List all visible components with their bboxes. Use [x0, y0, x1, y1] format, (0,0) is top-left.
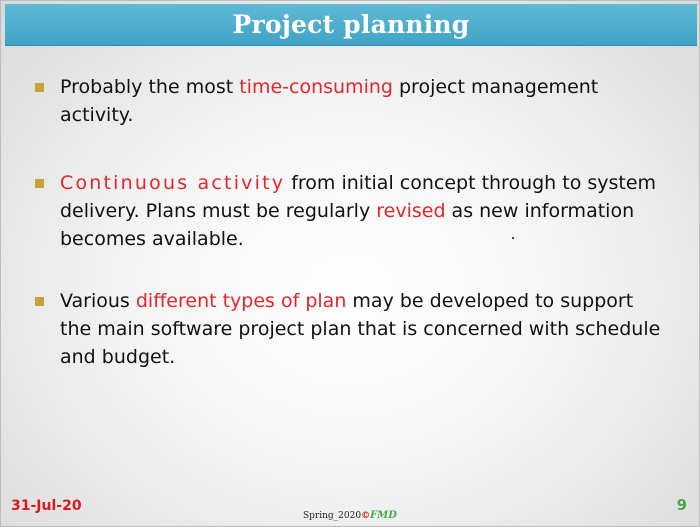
footer-credit: Spring_2020©FMD — [303, 510, 397, 521]
bullet-marker-icon — [35, 297, 44, 306]
copyright-icon: © — [361, 511, 371, 521]
stray-dot — [512, 237, 514, 239]
bullet-2-highlight-b: revised — [376, 200, 446, 222]
bullet-1-highlight: time-consuming — [239, 76, 393, 98]
footer-date: 31-Jul-20 — [11, 498, 82, 514]
footer-author: FMD — [370, 510, 397, 521]
bullet-3-text-a: Various — [60, 290, 136, 312]
page-number: 9 — [676, 496, 687, 514]
footer-term: Spring_2020 — [303, 511, 362, 521]
bullet-marker-icon — [35, 83, 44, 92]
bullet-marker-icon — [35, 179, 44, 188]
bullet-item-1: Probably the most time-consuming project… — [35, 73, 665, 157]
slide-title: Project planning — [232, 10, 470, 39]
bullet-item-2: Continuous activity from initial concept… — [35, 169, 665, 279]
bullet-1-text-a: Probably the most — [60, 76, 240, 98]
bullet-list: Probably the most time-consuming project… — [35, 73, 665, 371]
bullet-3-highlight: different types of plan — [135, 290, 347, 312]
slide: Project planning Probably the most time-… — [0, 0, 700, 527]
bullet-2-highlight-a: Continuous activity — [60, 172, 286, 194]
title-bar: Project planning — [5, 4, 697, 46]
bullet-item-3: Various different types of plan may be d… — [35, 287, 665, 371]
